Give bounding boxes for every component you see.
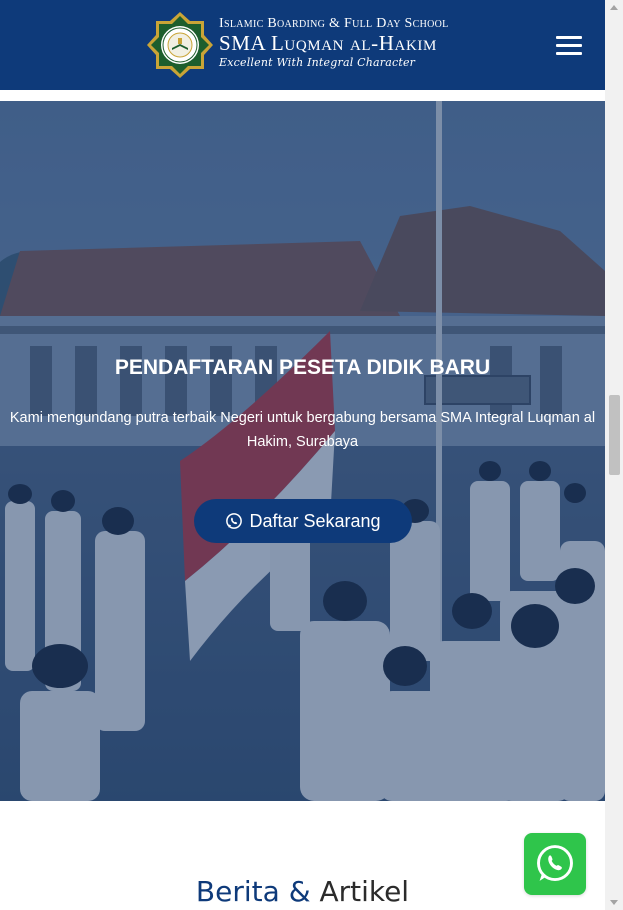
register-now-button[interactable]: Daftar Sekarang [194,499,412,543]
whatsapp-icon [537,845,573,882]
brand[interactable]: Islamic Boarding & Full Day School SMA L… [219,16,469,72]
hamburger-menu-icon[interactable] [556,36,584,58]
brand-name: SMA Luqman al-Hakim [219,31,437,55]
school-crest-icon[interactable] [146,11,214,79]
whatsapp-float-button[interactable] [524,833,586,895]
brand-motto: Excellent With Integral Character [219,56,416,69]
hero-title: PENDAFTARAN PESETA DIDIK BARU [114,356,491,379]
scrollbar-thumb[interactable] [609,395,620,475]
news-articles-heading: Berita & Artikel [0,874,605,910]
page-scrollbar[interactable] [605,0,623,910]
heading-ampersand: & [288,875,311,908]
scroll-down-arrow-icon[interactable] [610,900,618,905]
brand-tagline: Islamic Boarding & Full Day School [219,16,449,31]
register-now-label: Daftar Sekarang [249,510,381,531]
scroll-up-arrow-icon[interactable] [610,5,618,10]
site-header: Islamic Boarding & Full Day School SMA L… [0,0,605,90]
hero-banner: PENDAFTARAN PESETA DIDIK BARU Kami mengu… [0,101,605,801]
whatsapp-icon [226,513,243,529]
hero-subtitle: Kami mengundang putra terbaik Negeri unt… [9,410,596,450]
heading-word-news: Berita [195,875,280,908]
heading-word-articles: Artikel [319,875,410,908]
